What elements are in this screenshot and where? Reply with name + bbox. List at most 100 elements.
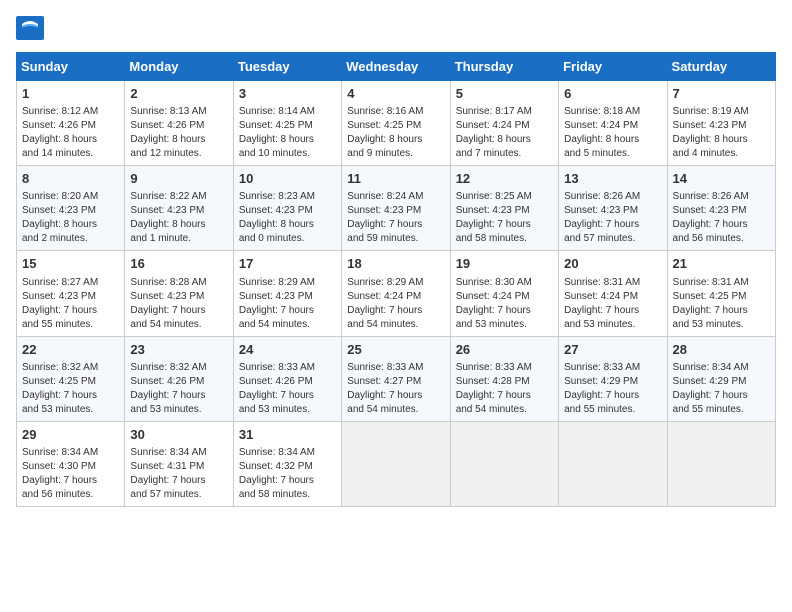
calendar-cell: 24 Sunrise: 8:33 AM Sunset: 4:26 PM Dayli… xyxy=(233,336,341,421)
calendar-cell: 14Sunrise: 8:26 AM Sunset: 4:23 PM Dayli… xyxy=(667,166,775,251)
calendar-cell: 31 Sunrise: 8:34 AM Sunset: 4:32 PM Dayli… xyxy=(233,421,341,506)
day-info: Sunrise: 8:24 AM Sunset: 4:23 PM Dayligh… xyxy=(347,190,444,246)
calendar-week-4: 22Sunrise: 8:32 AM Sunset: 4:25 PM Dayli… xyxy=(17,336,776,421)
day-info: Sunrise: 8:31 AM Sunset: 4:25 PM Dayligh… xyxy=(673,276,770,332)
day-number: 4 xyxy=(347,85,444,103)
day-info: Sunrise: 8:28 AM Sunset: 4:23 PM Dayligh… xyxy=(130,276,227,332)
weekday-sunday: Sunday xyxy=(17,53,125,81)
day-info: Sunrise: 8:29 AM Sunset: 4:23 PM Dayligh… xyxy=(239,276,336,332)
day-number: 20 xyxy=(564,255,661,273)
calendar-cell: 29 Sunrise: 8:34 AM Sunset: 4:30 PM Dayli… xyxy=(17,421,125,506)
calendar-cell: 6 Sunrise: 8:18 AM Sunset: 4:24 PM Daylig… xyxy=(559,81,667,166)
day-info: Sunrise: 8:30 AM Sunset: 4:24 PM Dayligh… xyxy=(456,276,553,332)
day-number: 5 xyxy=(456,85,553,103)
day-info: Sunrise: 8:33 AM Sunset: 4:28 PM Dayligh… xyxy=(456,361,553,417)
weekday-friday: Friday xyxy=(559,53,667,81)
day-number: 3 xyxy=(239,85,336,103)
day-info: Sunrise: 8:33 AM Sunset: 4:29 PM Dayligh… xyxy=(564,361,661,417)
calendar-cell xyxy=(450,421,558,506)
day-info: Sunrise: 8:13 AM Sunset: 4:26 PM Dayligh… xyxy=(130,105,227,161)
day-number: 17 xyxy=(239,255,336,273)
day-number: 13 xyxy=(564,170,661,188)
calendar-cell xyxy=(559,421,667,506)
day-number: 19 xyxy=(456,255,553,273)
day-info: Sunrise: 8:34 AM Sunset: 4:32 PM Dayligh… xyxy=(239,446,336,502)
day-number: 21 xyxy=(673,255,770,273)
calendar-cell: 3 Sunrise: 8:14 AM Sunset: 4:25 PM Daylig… xyxy=(233,81,341,166)
calendar-cell: 25Sunrise: 8:33 AM Sunset: 4:27 PM Dayli… xyxy=(342,336,450,421)
day-info: Sunrise: 8:34 AM Sunset: 4:30 PM Dayligh… xyxy=(22,446,119,502)
day-number: 15 xyxy=(22,255,119,273)
day-number: 8 xyxy=(22,170,119,188)
calendar-week-3: 15 Sunrise: 8:27 AM Sunset: 4:23 PM Dayli… xyxy=(17,251,776,336)
day-number: 12 xyxy=(456,170,553,188)
calendar-cell: 8 Sunrise: 8:20 AM Sunset: 4:23 PM Daylig… xyxy=(17,166,125,251)
day-number: 31 xyxy=(239,426,336,444)
calendar-body: 1 Sunrise: 8:12 AM Sunset: 4:26 PM Daylig… xyxy=(17,81,776,507)
day-info: Sunrise: 8:32 AM Sunset: 4:25 PM Dayligh… xyxy=(22,361,119,417)
calendar-cell: 30 Sunrise: 8:34 AM Sunset: 4:31 PM Dayli… xyxy=(125,421,233,506)
day-info: Sunrise: 8:27 AM Sunset: 4:23 PM Dayligh… xyxy=(22,276,119,332)
calendar-cell: 19 Sunrise: 8:30 AM Sunset: 4:24 PM Dayli… xyxy=(450,251,558,336)
calendar-cell: 18Sunrise: 8:29 AM Sunset: 4:24 PM Dayli… xyxy=(342,251,450,336)
day-info: Sunrise: 8:12 AM Sunset: 4:26 PM Dayligh… xyxy=(22,105,119,161)
weekday-saturday: Saturday xyxy=(667,53,775,81)
calendar-table: SundayMondayTuesdayWednesdayThursdayFrid… xyxy=(16,52,776,507)
day-number: 11 xyxy=(347,170,444,188)
calendar-cell xyxy=(667,421,775,506)
calendar-cell: 4 Sunrise: 8:16 AM Sunset: 4:25 PM Daylig… xyxy=(342,81,450,166)
day-info: Sunrise: 8:19 AM Sunset: 4:23 PM Dayligh… xyxy=(673,105,770,161)
day-number: 29 xyxy=(22,426,119,444)
calendar-cell: 10 Sunrise: 8:23 AM Sunset: 4:23 PM Dayli… xyxy=(233,166,341,251)
calendar-cell: 20 Sunrise: 8:31 AM Sunset: 4:24 PM Dayli… xyxy=(559,251,667,336)
calendar-cell: 28Sunrise: 8:34 AM Sunset: 4:29 PM Dayli… xyxy=(667,336,775,421)
day-number: 16 xyxy=(130,255,227,273)
calendar-cell: 13 Sunrise: 8:26 AM Sunset: 4:23 PM Dayli… xyxy=(559,166,667,251)
weekday-monday: Monday xyxy=(125,53,233,81)
day-info: Sunrise: 8:31 AM Sunset: 4:24 PM Dayligh… xyxy=(564,276,661,332)
day-number: 26 xyxy=(456,341,553,359)
day-info: Sunrise: 8:18 AM Sunset: 4:24 PM Dayligh… xyxy=(564,105,661,161)
day-info: Sunrise: 8:22 AM Sunset: 4:23 PM Dayligh… xyxy=(130,190,227,246)
day-number: 28 xyxy=(673,341,770,359)
calendar-cell: 2 Sunrise: 8:13 AM Sunset: 4:26 PM Daylig… xyxy=(125,81,233,166)
day-info: Sunrise: 8:20 AM Sunset: 4:23 PM Dayligh… xyxy=(22,190,119,246)
day-info: Sunrise: 8:14 AM Sunset: 4:25 PM Dayligh… xyxy=(239,105,336,161)
calendar-cell: 12Sunrise: 8:25 AM Sunset: 4:23 PM Dayli… xyxy=(450,166,558,251)
page-header xyxy=(16,16,776,40)
calendar-cell: 22Sunrise: 8:32 AM Sunset: 4:25 PM Dayli… xyxy=(17,336,125,421)
calendar-cell: 15 Sunrise: 8:27 AM Sunset: 4:23 PM Dayli… xyxy=(17,251,125,336)
calendar-cell: 21 Sunrise: 8:31 AM Sunset: 4:25 PM Dayli… xyxy=(667,251,775,336)
day-info: Sunrise: 8:16 AM Sunset: 4:25 PM Dayligh… xyxy=(347,105,444,161)
calendar-cell: 1 Sunrise: 8:12 AM Sunset: 4:26 PM Daylig… xyxy=(17,81,125,166)
day-number: 2 xyxy=(130,85,227,103)
day-info: Sunrise: 8:23 AM Sunset: 4:23 PM Dayligh… xyxy=(239,190,336,246)
day-number: 14 xyxy=(673,170,770,188)
day-number: 6 xyxy=(564,85,661,103)
calendar-cell: 23Sunrise: 8:32 AM Sunset: 4:26 PM Dayli… xyxy=(125,336,233,421)
logo xyxy=(16,16,48,40)
day-number: 30 xyxy=(130,426,227,444)
weekday-tuesday: Tuesday xyxy=(233,53,341,81)
day-number: 9 xyxy=(130,170,227,188)
day-info: Sunrise: 8:26 AM Sunset: 4:23 PM Dayligh… xyxy=(564,190,661,246)
calendar-cell xyxy=(342,421,450,506)
calendar-cell: 9 Sunrise: 8:22 AM Sunset: 4:23 PM Daylig… xyxy=(125,166,233,251)
day-info: Sunrise: 8:17 AM Sunset: 4:24 PM Dayligh… xyxy=(456,105,553,161)
weekday-wednesday: Wednesday xyxy=(342,53,450,81)
day-info: Sunrise: 8:34 AM Sunset: 4:31 PM Dayligh… xyxy=(130,446,227,502)
day-info: Sunrise: 8:29 AM Sunset: 4:24 PM Dayligh… xyxy=(347,276,444,332)
day-info: Sunrise: 8:33 AM Sunset: 4:27 PM Dayligh… xyxy=(347,361,444,417)
calendar-cell: 11 Sunrise: 8:24 AM Sunset: 4:23 PM Dayli… xyxy=(342,166,450,251)
day-info: Sunrise: 8:33 AM Sunset: 4:26 PM Dayligh… xyxy=(239,361,336,417)
day-number: 23 xyxy=(130,341,227,359)
logo-icon xyxy=(16,16,44,40)
day-number: 10 xyxy=(239,170,336,188)
weekday-header-row: SundayMondayTuesdayWednesdayThursdayFrid… xyxy=(17,53,776,81)
calendar-cell: 26 Sunrise: 8:33 AM Sunset: 4:28 PM Dayli… xyxy=(450,336,558,421)
day-number: 1 xyxy=(22,85,119,103)
day-number: 24 xyxy=(239,341,336,359)
calendar-cell: 27Sunrise: 8:33 AM Sunset: 4:29 PM Dayli… xyxy=(559,336,667,421)
calendar-cell: 7Sunrise: 8:19 AM Sunset: 4:23 PM Daylig… xyxy=(667,81,775,166)
calendar-week-5: 29 Sunrise: 8:34 AM Sunset: 4:30 PM Dayli… xyxy=(17,421,776,506)
